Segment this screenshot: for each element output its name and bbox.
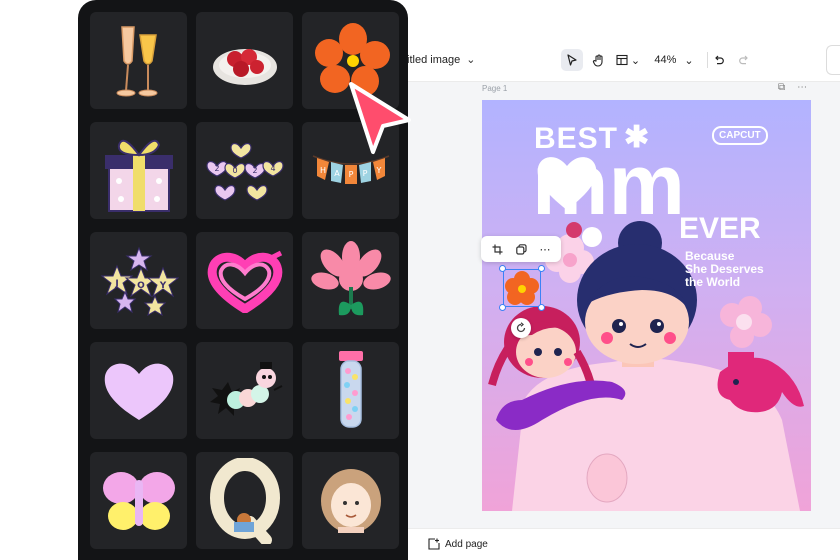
joy-stars-icon: J O Y — [100, 246, 179, 316]
heart-letter: 0 — [232, 166, 237, 175]
rotate-handle[interactable] — [511, 318, 531, 338]
heart-icon — [104, 363, 173, 420]
undo-button[interactable] — [710, 49, 728, 71]
sticker-champagne-glasses[interactable] — [90, 12, 187, 109]
pointer-cursor-icon — [349, 82, 411, 154]
resize-handle[interactable] — [499, 265, 506, 272]
headline-letter-right: m — [608, 137, 685, 233]
page-actions: ⧉ ⋯ — [778, 82, 807, 93]
pink-flower-icon — [310, 240, 391, 315]
sticker-gift-box[interactable] — [90, 122, 187, 219]
add-page-button[interactable]: Add page — [428, 538, 488, 550]
redo-icon — [739, 55, 748, 65]
candy-tube-icon — [338, 350, 363, 428]
sticker-heart-letters[interactable]: 2 0 2 4 — [196, 122, 293, 219]
strawberries-icon — [212, 48, 277, 85]
banner-letter: P — [348, 170, 353, 179]
banner-letter: H — [319, 166, 325, 175]
banner-letter: P — [362, 169, 367, 178]
poster-tagline: Because She Deserves the World — [685, 250, 764, 289]
sticker-butterfly[interactable] — [90, 452, 187, 549]
hand-icon — [592, 53, 603, 67]
document-title: titled image — [404, 53, 461, 66]
add-page-icon — [428, 538, 440, 550]
sticker-caterpillar[interactable] — [196, 342, 293, 439]
joy-letter: Y — [158, 281, 166, 291]
rotate-icon — [516, 322, 526, 333]
sticker-pink-flower[interactable] — [302, 232, 399, 329]
joy-letter: J — [114, 279, 118, 289]
more-options-icon: ⋯ — [539, 243, 551, 256]
sticker-strawberries-plate[interactable] — [196, 12, 293, 109]
pointer-icon — [567, 54, 577, 66]
zoom-level: 44% — [654, 54, 677, 66]
zoom-dropdown[interactable]: 44% ⌄ — [648, 49, 700, 71]
page-label: Page 1 — [482, 84, 508, 93]
banner-letter: Y — [375, 166, 381, 175]
add-page-label: Add page — [445, 538, 488, 550]
document-title-dropdown[interactable]: titled image ⌄ — [404, 53, 476, 67]
layout-dropdown-button[interactable]: ⌄ — [614, 49, 642, 71]
resize-handle[interactable] — [538, 265, 545, 272]
more-options-icon[interactable]: ⋯ — [797, 82, 807, 93]
sticker-candy-tube[interactable] — [302, 342, 399, 439]
selection-box — [499, 265, 545, 311]
sticker-lilac-heart[interactable] — [90, 342, 187, 439]
element-context-toolbar: ⋯ — [481, 236, 561, 262]
heart-letter: 4 — [270, 164, 275, 173]
heart-letters-icon: 2 0 2 4 — [205, 142, 284, 201]
duplicate-page-icon[interactable]: ⧉ — [778, 82, 785, 93]
joy-letter: O — [137, 281, 145, 291]
face-icon — [320, 468, 381, 533]
heart-icon — [537, 157, 597, 210]
select-tool-button[interactable] — [561, 49, 583, 71]
caterpillar-icon — [209, 361, 282, 416]
butterfly-icon — [102, 471, 175, 530]
side-panel-toggle[interactable] — [826, 45, 840, 75]
sticker-pink-scribble-heart[interactable] — [196, 232, 293, 329]
sticker-joy-stars[interactable]: J O Y — [90, 232, 187, 329]
crop-icon — [492, 244, 502, 254]
heart-letter: 2 — [214, 164, 219, 173]
sticker-curly-hair-face[interactable] — [302, 452, 399, 549]
poster-headline-main: m m — [532, 140, 685, 230]
duplicate-button[interactable] — [515, 243, 527, 255]
sticker-cloud-letter-q[interactable] — [196, 452, 293, 549]
hand-tool-button[interactable] — [587, 49, 609, 71]
cloud-letter-icon — [209, 457, 280, 544]
poster-brand: CAPCUT — [712, 126, 768, 145]
heart-letter: 2 — [252, 166, 257, 175]
resize-handle[interactable] — [538, 304, 545, 311]
duplicate-icon — [515, 243, 527, 255]
chevron-down-icon: ⌄ — [630, 54, 641, 67]
poster-headline-bottom: EVER — [679, 212, 761, 245]
champagne-glasses-icon — [116, 25, 157, 96]
banner-letter: A — [334, 169, 340, 178]
tagline-line-3: the World — [685, 275, 741, 289]
scribble-heart-icon — [207, 250, 282, 313]
layout-icon — [616, 54, 628, 66]
gift-box-icon — [104, 139, 173, 212]
resize-handle[interactable] — [499, 304, 506, 311]
redo-button[interactable] — [735, 49, 753, 71]
more-options-button[interactable]: ⋯ — [540, 243, 551, 256]
toolbar-divider — [707, 52, 708, 68]
chevron-down-icon: ⌄ — [684, 54, 694, 67]
crop-button[interactable] — [492, 244, 503, 255]
undo-icon — [715, 55, 724, 65]
chevron-down-icon: ⌄ — [466, 54, 476, 66]
